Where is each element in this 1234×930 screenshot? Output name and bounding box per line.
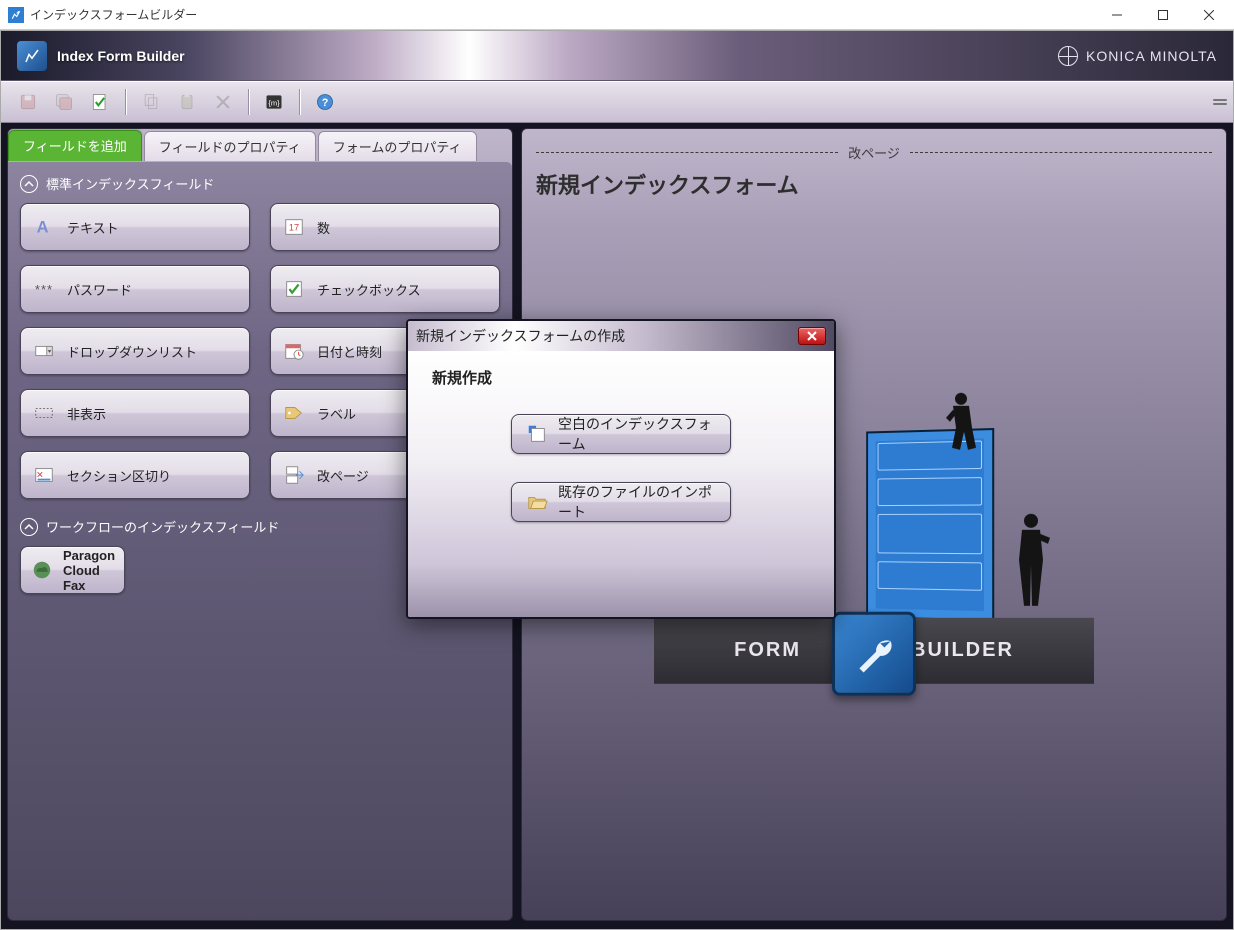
button-label: 空白のインデックスフォーム [558, 414, 716, 454]
folder-open-icon [526, 491, 548, 513]
blank-form-button[interactable]: 空白のインデックスフォーム [511, 414, 731, 454]
modal-close-button[interactable] [798, 327, 826, 345]
window-title: インデックスフォームビルダー [30, 6, 1094, 23]
blank-form-icon [526, 423, 548, 445]
modal-title: 新規インデックスフォームの作成 [416, 326, 798, 346]
modal-overlay: 新規インデックスフォームの作成 新規作成 空白のインデックスフォーム 既存のファ… [1, 31, 1233, 929]
tab-label: フィールドを追加 [23, 139, 127, 154]
app-icon [8, 7, 24, 23]
tab-add-field[interactable]: フィールドを追加 [8, 130, 142, 161]
window-titlebar: インデックスフォームビルダー [0, 0, 1234, 30]
import-file-button[interactable]: 既存のファイルのインポート [511, 482, 731, 522]
modal-subtitle: 新規作成 [432, 367, 810, 388]
new-form-modal: 新規インデックスフォームの作成 新規作成 空白のインデックスフォーム 既存のファ… [406, 319, 836, 619]
window-close-button[interactable] [1186, 0, 1232, 30]
window-maximize-button[interactable] [1140, 0, 1186, 30]
window-minimize-button[interactable] [1094, 0, 1140, 30]
button-label: 既存のファイルのインポート [558, 482, 716, 522]
